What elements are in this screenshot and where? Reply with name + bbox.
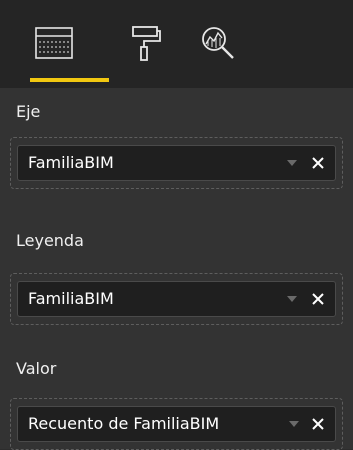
axis-field-name: FamiliaBIM — [28, 153, 114, 172]
legend-well[interactable]: FamiliaBIM — [10, 273, 343, 325]
close-icon[interactable] — [309, 282, 327, 316]
chevron-down-icon[interactable] — [285, 282, 299, 316]
analytics-magnifier-icon — [202, 27, 234, 59]
values-label: Valor — [16, 359, 57, 378]
values-well[interactable]: Recuento de FamiliaBIM — [10, 398, 343, 450]
legend-label: Leyenda — [16, 231, 84, 250]
fields-panel: Eje FamiliaBIM Leyenda FamiliaBIM Valor … — [0, 88, 353, 450]
legend-field-pill[interactable]: FamiliaBIM — [17, 281, 336, 317]
values-field-name: Recuento de FamiliaBIM — [28, 414, 220, 433]
tab-fields[interactable] — [34, 22, 74, 64]
chevron-down-icon[interactable] — [287, 407, 301, 441]
axis-field-pill[interactable]: FamiliaBIM — [17, 145, 336, 181]
chevron-down-icon[interactable] — [285, 146, 299, 180]
close-icon[interactable] — [309, 146, 327, 180]
axis-label: Eje — [16, 102, 41, 121]
paint-roller-icon — [132, 26, 161, 61]
tab-analytics[interactable] — [198, 22, 238, 64]
visualization-tabbar — [0, 0, 353, 88]
tab-format[interactable] — [126, 22, 166, 64]
fields-grid-icon — [35, 27, 73, 59]
axis-well[interactable]: FamiliaBIM — [10, 137, 343, 189]
values-field-pill[interactable]: Recuento de FamiliaBIM — [17, 406, 336, 442]
close-icon[interactable] — [309, 407, 327, 441]
legend-field-name: FamiliaBIM — [28, 289, 114, 308]
active-tab-indicator — [30, 78, 109, 82]
